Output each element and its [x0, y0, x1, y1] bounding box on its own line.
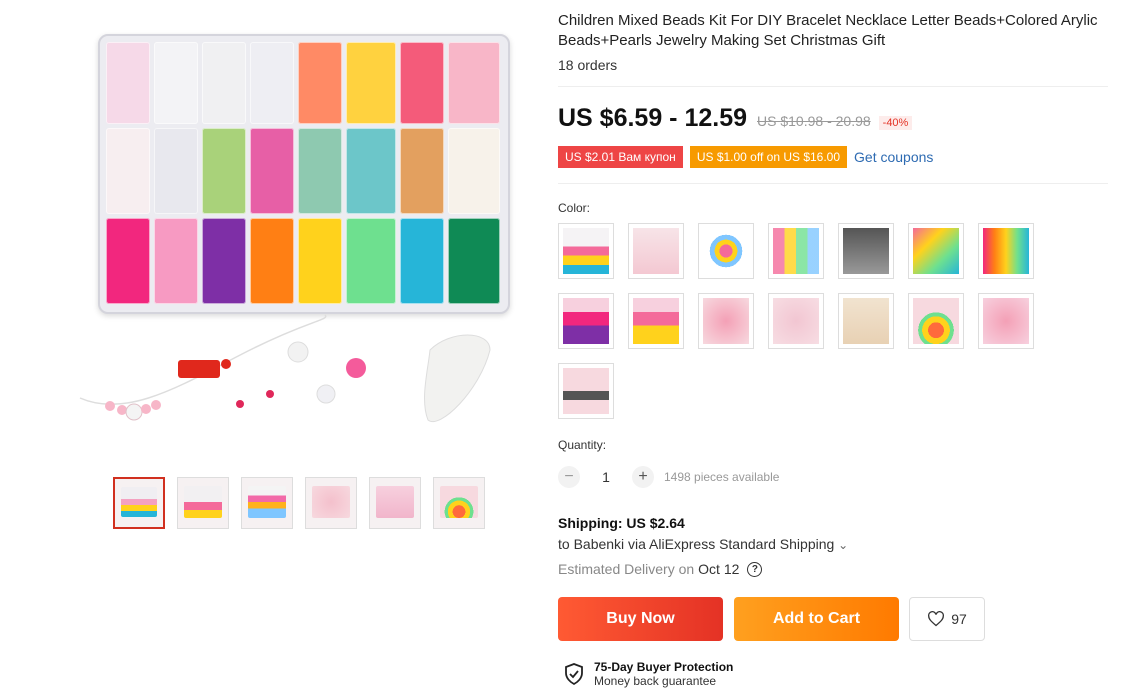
product-gallery	[0, 0, 540, 697]
color-swatch-11[interactable]	[768, 293, 824, 349]
original-price: US $10.98 - 20.98	[757, 113, 871, 129]
thumbnail-4[interactable]	[305, 477, 357, 529]
shield-check-icon	[565, 663, 583, 685]
thumbnail-6[interactable]	[433, 477, 485, 529]
get-coupons-link[interactable]: Get coupons	[854, 149, 933, 165]
stock-available: 1498 pieces available	[664, 470, 780, 484]
protection-subtitle: Money back guarantee	[594, 674, 717, 688]
color-swatch-1[interactable]	[558, 223, 614, 279]
quantity-stepper: − 1 + 1498 pieces available	[558, 466, 779, 488]
bead-tray	[98, 34, 510, 314]
quantity-increase-button[interactable]: +	[632, 466, 654, 488]
color-label: Color:	[558, 201, 591, 215]
quantity-value[interactable]: 1	[580, 469, 632, 485]
delivery-date: Oct 12	[698, 561, 740, 577]
price-row: US $6.59 - 12.59 US $10.98 - 20.98 -40%	[558, 104, 913, 133]
bracelet-illustration	[79, 314, 491, 423]
shipping-cost: Shipping: US $2.64	[558, 515, 685, 531]
color-swatch-5[interactable]	[838, 223, 894, 279]
coupon-badge-1[interactable]: US $2.01 Вам купон	[558, 146, 683, 168]
protection-title: 75-Day Buyer Protection	[594, 660, 734, 674]
order-count: 18 orders	[558, 57, 618, 73]
color-swatch-4[interactable]	[768, 223, 824, 279]
divider	[558, 86, 1108, 87]
discount-badge: -40%	[878, 116, 913, 130]
coupon-row: US $2.01 Вам купон US $1.00 off on US $1…	[558, 146, 933, 168]
thumbnail-1[interactable]	[113, 477, 165, 529]
estimated-delivery: Estimated Delivery on Oct 12 ?	[558, 561, 763, 577]
shipping-route[interactable]: to Babenki via AliExpress Standard Shipp…	[558, 536, 848, 552]
quantity-label: Quantity:	[558, 438, 607, 452]
product-title: Children Mixed Beads Kit For DIY Bracele…	[558, 12, 1098, 49]
delivery-prefix: Estimated Delivery on	[558, 561, 695, 577]
add-to-cart-button[interactable]: Add to Cart	[734, 597, 899, 641]
thumbnail-3[interactable]	[241, 477, 293, 529]
color-swatch-12[interactable]	[838, 293, 894, 349]
main-product-image[interactable]	[70, 20, 520, 450]
chevron-down-icon: ⌄	[838, 538, 849, 552]
color-swatch-3[interactable]	[698, 223, 754, 279]
coupon-badge-2[interactable]: US $1.00 off on US $16.00	[689, 146, 848, 168]
thumbnail-strip	[113, 477, 485, 529]
divider	[558, 183, 1108, 184]
color-swatch-8[interactable]	[558, 293, 614, 349]
color-swatch-13[interactable]	[908, 293, 964, 349]
color-swatch-15[interactable]	[558, 363, 614, 419]
wishlist-button[interactable]: 97	[909, 597, 985, 641]
quantity-decrease-button[interactable]: −	[558, 466, 580, 488]
wishlist-count: 97	[951, 611, 967, 627]
color-swatch-6[interactable]	[908, 223, 964, 279]
shipping-route-text: to Babenki via AliExpress Standard Shipp…	[558, 536, 835, 552]
help-icon[interactable]: ?	[747, 561, 763, 577]
color-swatch-2[interactable]	[628, 223, 684, 279]
color-swatch-14[interactable]	[978, 293, 1034, 349]
thumbnail-2[interactable]	[177, 477, 229, 529]
color-swatch-9[interactable]	[628, 293, 684, 349]
color-swatch-10[interactable]	[698, 293, 754, 349]
buy-now-button[interactable]: Buy Now	[558, 597, 723, 641]
buyer-protection: 75-Day Buyer Protection Money back guara…	[564, 660, 733, 688]
thumbnail-5[interactable]	[369, 477, 421, 529]
heart-icon	[928, 611, 945, 627]
color-swatch-7[interactable]	[978, 223, 1034, 279]
current-price: US $6.59 - 12.59	[558, 104, 748, 132]
